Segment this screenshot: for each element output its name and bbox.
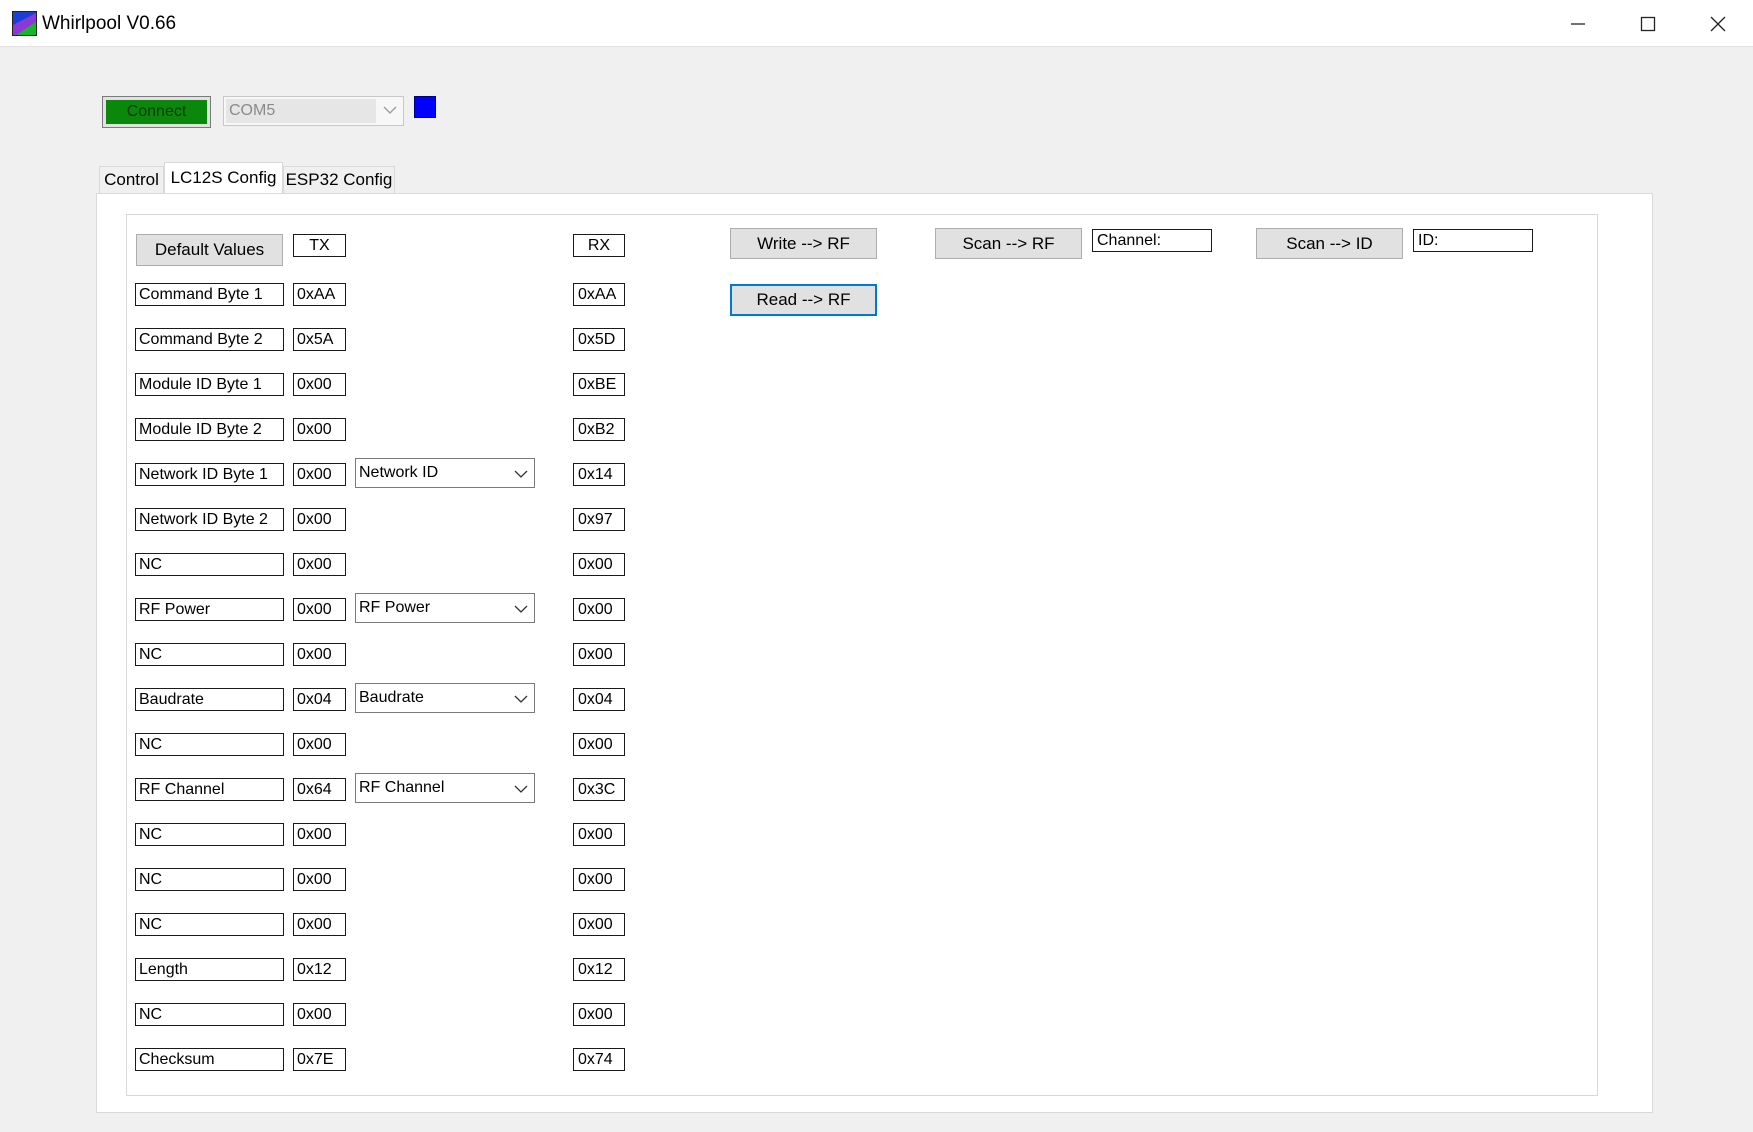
connect-label: Connect (106, 100, 207, 124)
tx-value[interactable]: 0x00 (293, 913, 346, 936)
row-label[interactable]: NC (135, 643, 284, 666)
rf-channel-select[interactable]: RF Channel (355, 773, 535, 803)
network-id-select-value: Network ID (359, 464, 439, 481)
minimize-button[interactable] (1543, 0, 1613, 47)
rx-value[interactable]: 0x74 (573, 1048, 625, 1071)
chevron-down-icon (514, 470, 528, 478)
tab-lc12s-config[interactable]: LC12S Config (164, 162, 283, 196)
rx-value[interactable]: 0xAA (573, 283, 625, 306)
title-bar: Whirlpool V0.66 (0, 0, 1753, 47)
rx-value[interactable]: 0x00 (573, 868, 625, 891)
row-label[interactable]: Module ID Byte 2 (135, 418, 284, 441)
rx-value[interactable]: 0x00 (573, 913, 625, 936)
com-port-select[interactable]: COM5 (223, 96, 404, 126)
chevron-down-icon (383, 106, 397, 114)
tx-value[interactable]: 0x00 (293, 823, 346, 846)
rf-power-select-value: RF Power (359, 599, 431, 616)
row-label[interactable]: Length (135, 958, 284, 981)
rx-value[interactable]: 0x12 (573, 958, 625, 981)
rx-value[interactable]: 0x00 (573, 553, 625, 576)
tx-value[interactable]: 0x00 (293, 418, 346, 441)
tx-header: TX (293, 234, 346, 257)
app-icon (12, 11, 37, 36)
tx-value[interactable]: 0xAA (293, 283, 346, 306)
tx-value[interactable]: 0x5A (293, 328, 346, 351)
row-label[interactable]: Network ID Byte 2 (135, 508, 284, 531)
tab-esp32-config[interactable]: ESP32 Config (283, 166, 395, 194)
row-label[interactable]: Network ID Byte 1 (135, 463, 284, 486)
rx-value[interactable]: 0x00 (573, 823, 625, 846)
row-label[interactable]: Command Byte 1 (135, 283, 284, 306)
tx-value[interactable]: 0x04 (293, 688, 346, 711)
rx-value[interactable]: 0x00 (573, 1003, 625, 1026)
rf-power-select[interactable]: RF Power (355, 593, 535, 623)
rx-header: RX (573, 234, 625, 257)
default-values-button[interactable]: Default Values (136, 234, 283, 266)
close-button[interactable] (1683, 0, 1753, 47)
rx-value[interactable]: 0x5D (573, 328, 625, 351)
read-rf-button[interactable]: Read --> RF (730, 284, 877, 316)
id-field[interactable]: ID: (1413, 229, 1533, 252)
rx-value[interactable]: 0x00 (573, 733, 625, 756)
rx-value[interactable]: 0x00 (573, 643, 625, 666)
window-title: Whirlpool V0.66 (42, 13, 177, 34)
channel-field[interactable]: Channel: (1092, 229, 1212, 252)
tx-value[interactable]: 0x00 (293, 598, 346, 621)
row-label[interactable]: NC (135, 823, 284, 846)
connect-button[interactable]: Connect (102, 96, 211, 128)
rx-value[interactable]: 0x04 (573, 688, 625, 711)
maximize-icon (1640, 16, 1656, 31)
rx-value[interactable]: 0x00 (573, 598, 625, 621)
chevron-down-icon (514, 605, 528, 613)
row-label[interactable]: NC (135, 913, 284, 936)
tx-value[interactable]: 0x00 (293, 733, 346, 756)
chevron-down-icon (514, 785, 528, 793)
tx-value[interactable]: 0x00 (293, 643, 346, 666)
status-indicator (414, 96, 436, 118)
rx-value[interactable]: 0xB2 (573, 418, 625, 441)
chevron-down-icon (514, 695, 528, 703)
row-label[interactable]: Checksum (135, 1048, 284, 1071)
row-label[interactable]: NC (135, 733, 284, 756)
tx-value[interactable]: 0x64 (293, 778, 346, 801)
rx-value[interactable]: 0xBE (573, 373, 625, 396)
row-label[interactable]: RF Power (135, 598, 284, 621)
rx-value[interactable]: 0x97 (573, 508, 625, 531)
rx-value[interactable]: 0x3C (573, 778, 625, 801)
rf-channel-select-value: RF Channel (359, 779, 445, 796)
rx-value[interactable]: 0x14 (573, 463, 625, 486)
row-label[interactable]: Command Byte 2 (135, 328, 284, 351)
tx-value[interactable]: 0x7E (293, 1048, 346, 1071)
config-group (126, 214, 1598, 1096)
tx-value[interactable]: 0x00 (293, 463, 346, 486)
write-rf-button[interactable]: Write --> RF (730, 228, 877, 259)
tx-value[interactable]: 0x00 (293, 508, 346, 531)
baudrate-select-value: Baudrate (359, 689, 424, 706)
com-port-value: COM5 (226, 99, 376, 123)
row-label[interactable]: Module ID Byte 1 (135, 373, 284, 396)
row-label[interactable]: NC (135, 1003, 284, 1026)
tx-value[interactable]: 0x00 (293, 868, 346, 891)
tx-value[interactable]: 0x00 (293, 553, 346, 576)
network-id-select[interactable]: Network ID (355, 458, 535, 488)
row-label[interactable]: Baudrate (135, 688, 284, 711)
scan-id-button[interactable]: Scan --> ID (1256, 228, 1403, 259)
tab-control[interactable]: Control (99, 166, 164, 194)
tx-value[interactable]: 0x00 (293, 373, 346, 396)
close-icon (1710, 16, 1726, 31)
maximize-button[interactable] (1613, 0, 1683, 47)
scan-rf-button[interactable]: Scan --> RF (935, 228, 1082, 259)
baudrate-select[interactable]: Baudrate (355, 683, 535, 713)
tx-value[interactable]: 0x00 (293, 1003, 346, 1026)
row-label[interactable]: NC (135, 553, 284, 576)
minimize-icon (1571, 22, 1585, 25)
row-label[interactable]: NC (135, 868, 284, 891)
tx-value[interactable]: 0x12 (293, 958, 346, 981)
row-label[interactable]: RF Channel (135, 778, 284, 801)
